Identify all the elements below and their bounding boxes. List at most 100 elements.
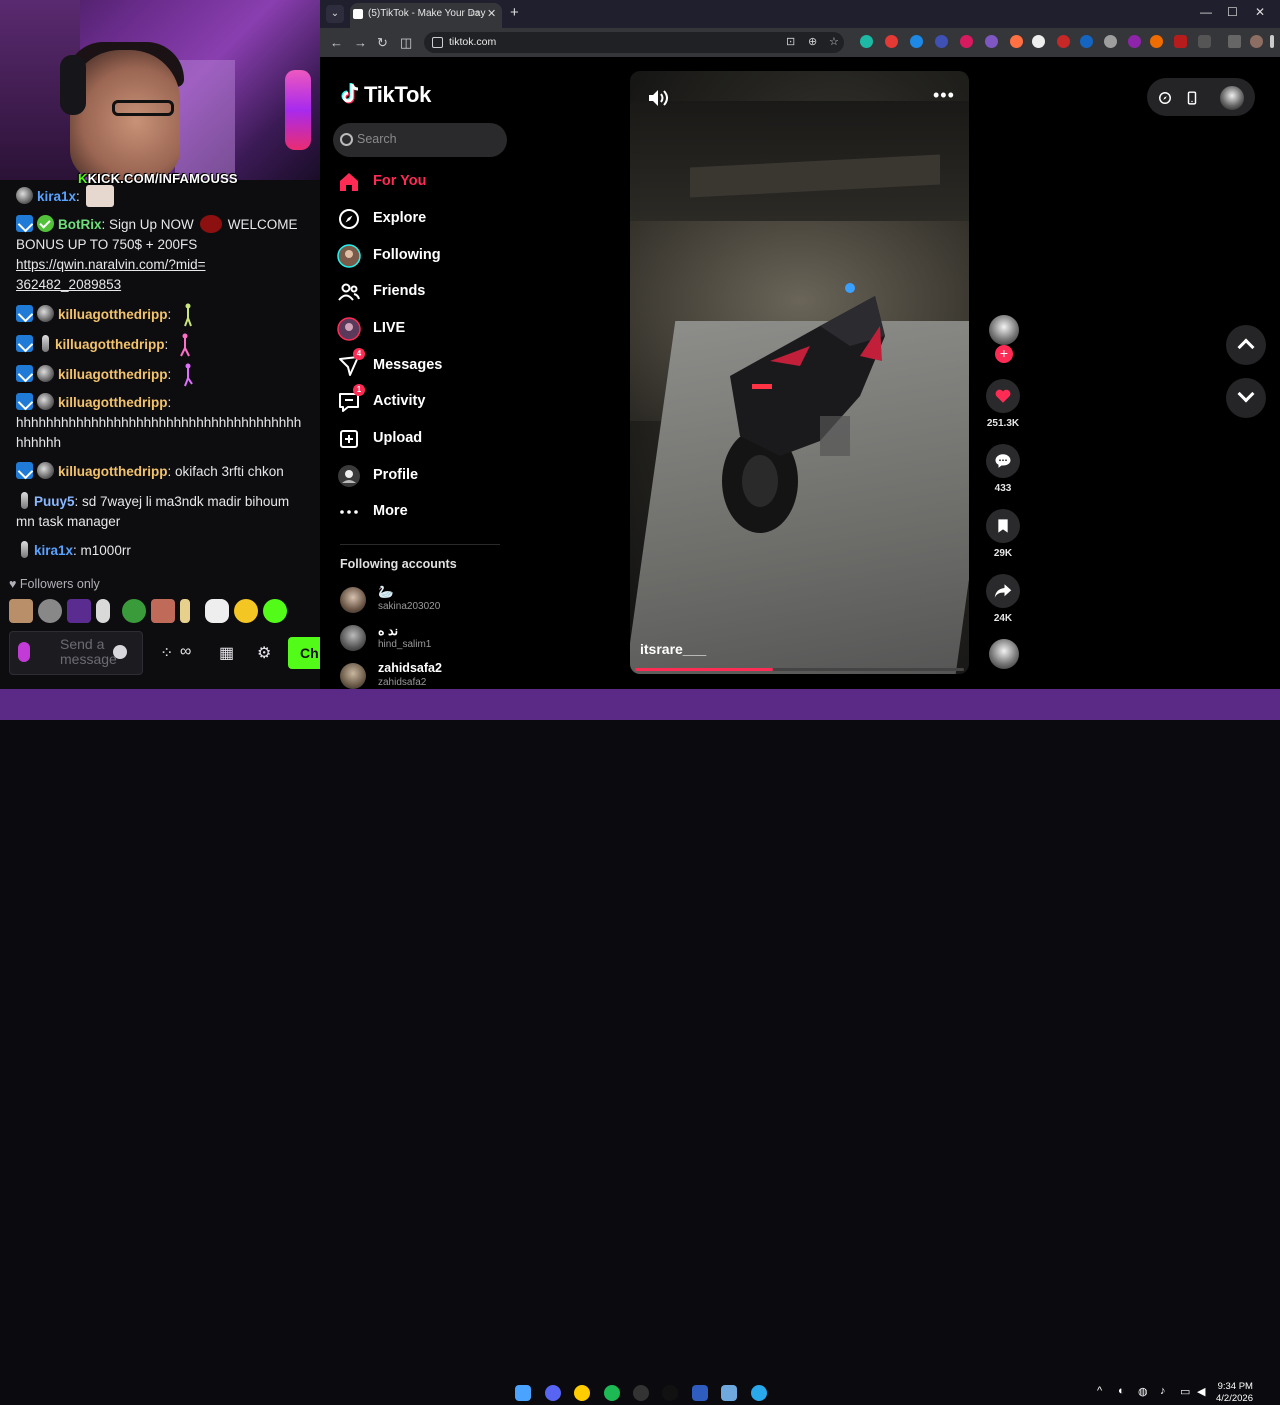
microphone-tray-icon[interactable]: ♪	[1160, 1385, 1166, 1397]
split-view-icon[interactable]: ◫	[400, 35, 412, 51]
tab-search-icon[interactable]: ⌄	[326, 5, 344, 23]
extension-icon[interactable]	[1104, 35, 1117, 48]
extension-icon[interactable]	[860, 35, 873, 48]
tray-overflow-icon[interactable]: ^	[1097, 1385, 1102, 1397]
app-icon[interactable]	[662, 1385, 678, 1401]
infinity-icon[interactable]: ∞	[180, 643, 191, 661]
extension-icon[interactable]	[1080, 35, 1093, 48]
chat-username[interactable]: killuagotthedripp	[58, 464, 168, 479]
chat-link[interactable]: https://qwin.naralvin.com/?mid=362482_20…	[16, 255, 206, 295]
emoji-icon[interactable]	[113, 645, 127, 659]
chat-username[interactable]: Puuy5	[34, 494, 75, 509]
chat-username[interactable]: killuagotthedripp	[58, 395, 168, 410]
nav-upload[interactable]: Upload	[337, 425, 517, 453]
emote-icon[interactable]	[9, 599, 33, 623]
back-icon[interactable]: ←	[330, 35, 343, 50]
taskbar-clock[interactable]: 9:34 PM 4/2/2026	[1216, 1381, 1253, 1405]
extension-icon[interactable]	[1057, 35, 1070, 48]
tab-close-icon[interactable]: ✕	[487, 7, 496, 20]
window-close-icon[interactable]: ✕	[1255, 5, 1265, 19]
emote-icon[interactable]	[96, 599, 110, 623]
extension-icon[interactable]	[1032, 35, 1045, 48]
nav-explore[interactable]: Explore	[337, 205, 517, 233]
reading-list-icon[interactable]	[1228, 35, 1241, 48]
minimize-icon[interactable]: —	[1200, 5, 1212, 19]
profile-avatar-icon[interactable]	[1250, 35, 1263, 48]
following-account[interactable]: zahidsafa2 zahidsafa2	[340, 661, 540, 689]
save-button[interactable]: 29K	[983, 509, 1023, 559]
nav-for-you[interactable]: For You	[337, 168, 517, 196]
volume-tray-icon[interactable]: ◀	[1197, 1385, 1205, 1398]
maximize-icon[interactable]: ☐	[1227, 5, 1238, 19]
chat-username[interactable]: killuagotthedripp	[58, 307, 168, 322]
creator-avatar[interactable]	[989, 315, 1019, 345]
emote-icon[interactable]	[38, 599, 62, 623]
nav-live[interactable]: LIVE	[337, 315, 517, 343]
extension-icon[interactable]	[1010, 35, 1023, 48]
extension-icon[interactable]	[910, 35, 923, 48]
user-profile-avatar[interactable]	[1220, 86, 1244, 110]
store-icon[interactable]: ▦	[219, 643, 234, 663]
discord-tray-icon[interactable]: ◍	[1138, 1385, 1148, 1398]
nav-activity[interactable]: 1 Activity	[337, 384, 517, 416]
emote-icon[interactable]	[263, 599, 287, 623]
nav-following[interactable]: Following	[337, 242, 517, 270]
reload-icon[interactable]: ↻	[377, 35, 388, 51]
like-button[interactable]: 251.3K	[983, 379, 1023, 429]
tray-app-icon[interactable]: ◐	[1118, 1385, 1125, 1397]
previous-video-button[interactable]	[1226, 325, 1266, 365]
emote-icon[interactable]	[67, 599, 91, 623]
tiktok-logo-icon[interactable]	[340, 82, 360, 106]
browser-menu-icon[interactable]	[1270, 35, 1274, 48]
video-player[interactable]: ••• itsrare___	[630, 71, 969, 674]
new-tab-button[interactable]: +	[510, 4, 519, 21]
tiktok-logo-text[interactable]: TikTok	[364, 82, 431, 108]
emote-icon[interactable]	[234, 599, 258, 623]
nav-messages[interactable]: 4 Messages	[337, 348, 517, 380]
music-disc-avatar[interactable]	[989, 639, 1019, 669]
bookmark-star-icon[interactable]: ☆	[829, 35, 839, 48]
compass-icon[interactable]	[1158, 91, 1172, 105]
share-button[interactable]: 24K	[983, 574, 1023, 624]
telegram-icon[interactable]	[751, 1385, 767, 1401]
comment-button[interactable]: 433	[983, 444, 1023, 494]
microphone-icon[interactable]	[18, 642, 30, 662]
app-icon[interactable]	[692, 1385, 708, 1401]
settings-gear-icon[interactable]: ⚙	[257, 643, 271, 663]
extension-icon[interactable]	[935, 35, 948, 48]
emote-icon[interactable]	[180, 599, 190, 623]
start-menu-icon[interactable]	[515, 1385, 531, 1401]
chrome-icon[interactable]	[574, 1385, 590, 1401]
nav-friends[interactable]: Friends	[337, 278, 517, 306]
install-app-icon[interactable]: ⊡	[786, 35, 795, 48]
following-account[interactable]: 🦢 sakina203020	[340, 585, 540, 617]
chat-username[interactable]: kira1x	[34, 543, 73, 558]
extension-icon[interactable]	[1150, 35, 1163, 48]
chat-username[interactable]: killuagotthedripp	[58, 367, 168, 382]
volume-icon[interactable]	[648, 89, 668, 107]
chat-username[interactable]: killuagotthedripp	[55, 337, 165, 352]
discord-icon[interactable]	[545, 1385, 561, 1401]
extension-icon[interactable]	[1128, 35, 1141, 48]
next-video-button[interactable]	[1226, 378, 1266, 418]
extension-icon[interactable]	[985, 35, 998, 48]
media-playing-icon[interactable]: ▭	[470, 8, 479, 19]
network-icon[interactable]: ▭	[1180, 1385, 1190, 1398]
points-icon[interactable]: ⁘	[160, 643, 173, 663]
emote-icon[interactable]	[122, 599, 146, 623]
nav-profile[interactable]: Profile	[337, 462, 517, 490]
app-icon[interactable]	[721, 1385, 737, 1401]
following-account[interactable]: ند ه hind_salim1	[340, 623, 540, 655]
spotify-icon[interactable]	[604, 1385, 620, 1401]
extension-icon[interactable]	[960, 35, 973, 48]
get-app-phone-icon[interactable]	[1185, 91, 1199, 105]
nav-more[interactable]: More	[337, 498, 517, 526]
chat-username[interactable]: kira1x	[37, 189, 76, 204]
extensions-puzzle-icon[interactable]	[1198, 35, 1211, 48]
obs-icon[interactable]	[633, 1385, 649, 1401]
emote-icon[interactable]	[151, 599, 175, 623]
site-settings-icon[interactable]	[432, 37, 443, 48]
follow-creator-button[interactable]: +	[995, 345, 1013, 363]
extension-icon[interactable]	[1174, 35, 1187, 48]
extension-icon[interactable]	[885, 35, 898, 48]
